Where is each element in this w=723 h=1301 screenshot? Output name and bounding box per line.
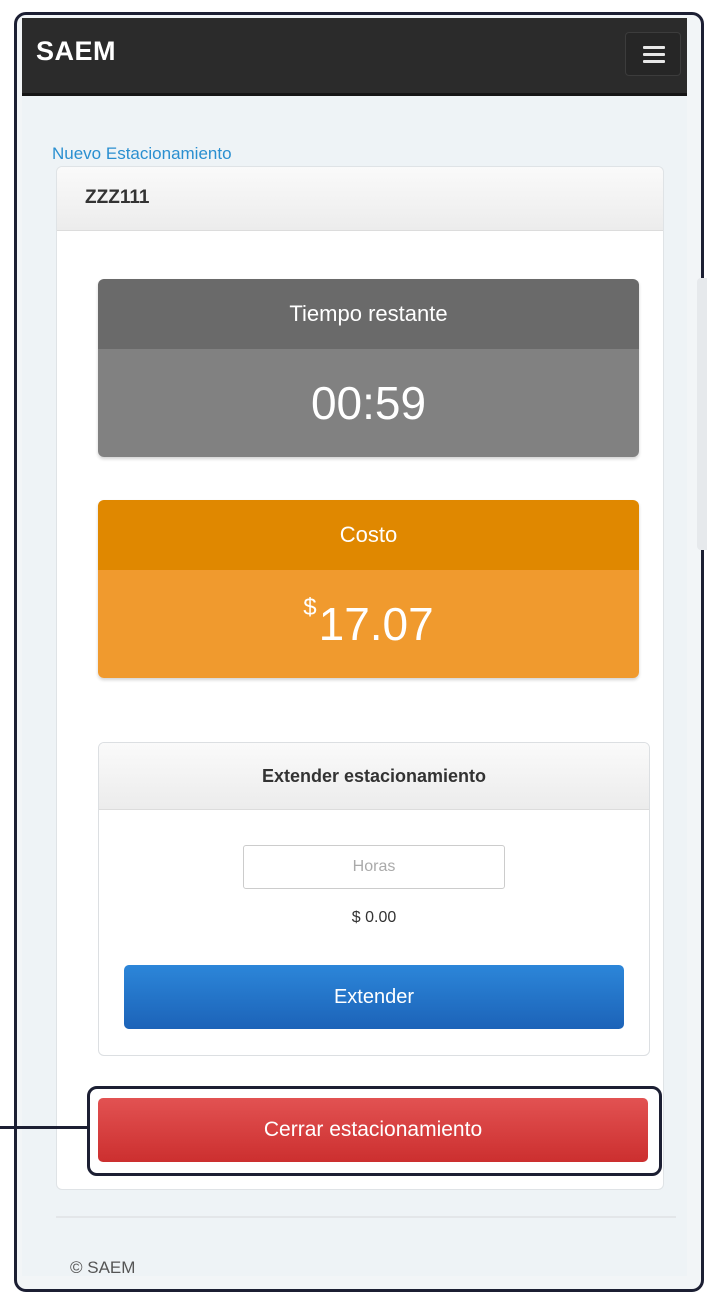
license-plate: ZZZ111 [85,187,150,208]
side-scroll-shadow [697,278,707,550]
extend-parking-panel: Extender estacionamiento $ 0.00 Extender [98,742,650,1056]
footer-copyright: © SAEM [70,1258,136,1277]
breadcrumb-new-parking[interactable]: Nuevo Estacionamiento [52,144,232,164]
top-navbar: SAEM [22,18,687,96]
footer-divider [56,1216,676,1218]
app-brand[interactable]: SAEM [36,36,116,67]
hamburger-menu-icon [643,53,665,56]
remaining-time-card: Tiempo restante 00:59 [98,279,639,457]
currency-symbol: $ [303,594,317,621]
cost-value: 17.07 [318,598,434,650]
hours-input[interactable] [243,845,505,889]
hamburger-menu-button[interactable] [625,32,681,76]
cost-amount: $ 17.07 [98,570,639,678]
cost-label: Costo [98,500,639,570]
cost-card: Costo $ 17.07 [98,500,639,678]
remaining-time-value: 00:59 [98,349,639,457]
hamburger-menu-icon [643,46,665,49]
parking-panel-heading: ZZZ111 [57,167,663,231]
annotation-highlight-box [87,1086,662,1176]
hamburger-menu-icon [643,60,665,63]
remaining-time-label: Tiempo restante [98,279,639,349]
extend-button[interactable]: Extender [124,965,624,1029]
annotation-pointer-line [0,1126,88,1129]
extend-panel-title: Extender estacionamiento [99,743,649,810]
extension-cost: $ 0.00 [351,909,397,926]
